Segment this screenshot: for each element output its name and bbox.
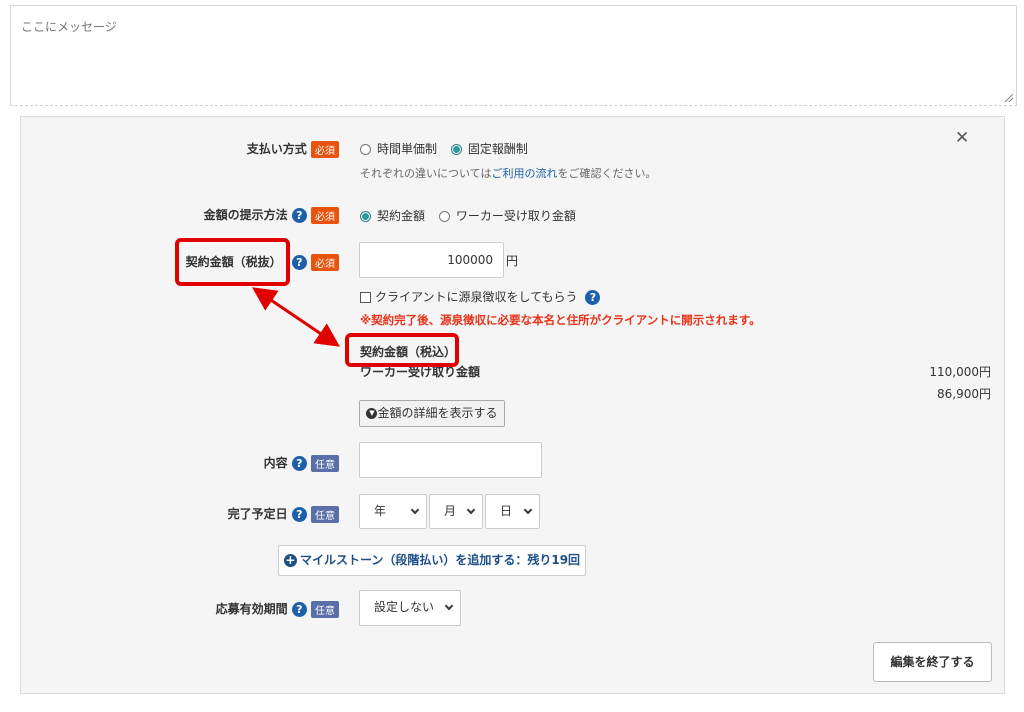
annotation-arrow <box>252 287 340 347</box>
